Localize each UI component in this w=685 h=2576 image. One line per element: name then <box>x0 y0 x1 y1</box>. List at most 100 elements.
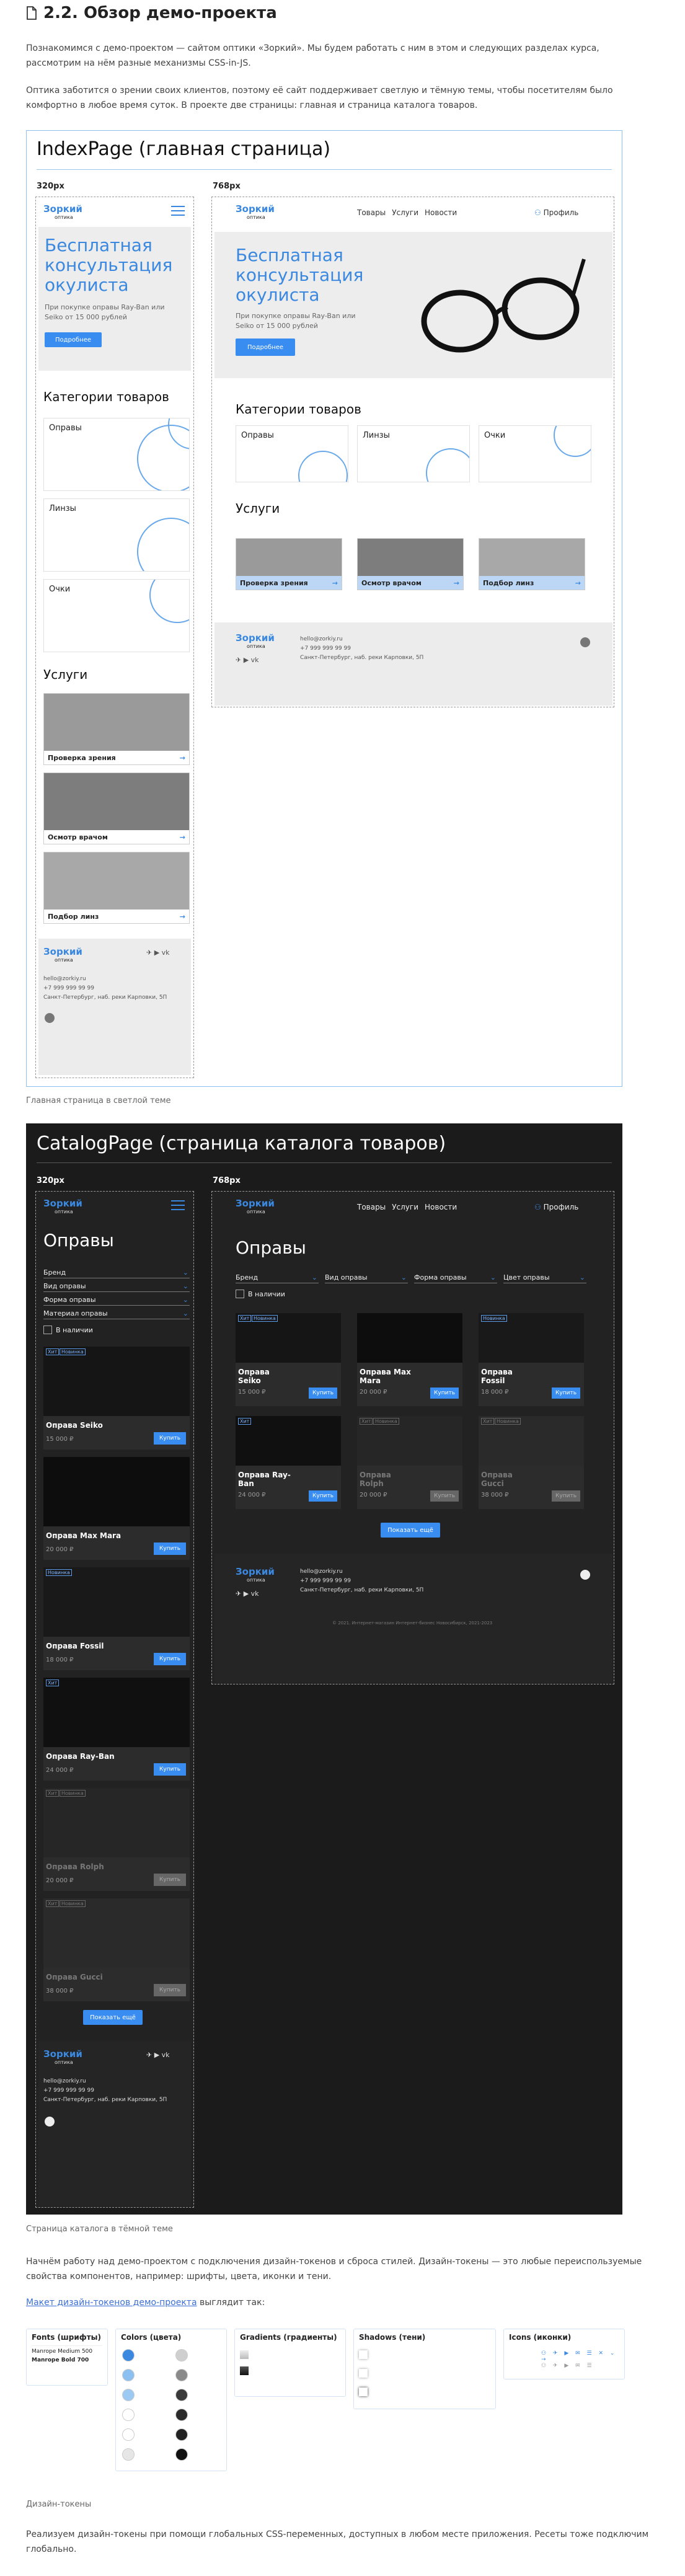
category-card-frames[interactable]: Оправы <box>43 418 190 491</box>
caption-index: Главная страница в светлой теме <box>26 1096 171 1105</box>
buy-button-disabled[interactable]: Купить <box>154 1874 186 1886</box>
tokens-colors: Colors (цвета) <box>115 2329 227 2471</box>
category-frames-desktop[interactable]: Оправы <box>236 425 348 482</box>
catalog-social-icons[interactable]: ✈ ▶ vk <box>146 2051 170 2059</box>
caption-tokens: Дизайн-токены <box>26 2500 92 2509</box>
categories-title-desktop: Категории товаров <box>236 402 361 417</box>
theme-toggle[interactable] <box>45 1013 55 1023</box>
footer-address: Санкт-Петербург, наб. реки Карповки, 5П <box>43 994 167 1001</box>
profile-link[interactable]: ⚇ Профиль <box>534 208 578 217</box>
icon-set-preview: ⚇ ✈ ▶ ✉ ☰ ✕ ⌄ → <box>541 2350 617 2363</box>
product-card-fossil-desktop[interactable]: Новинка Оправа Fossil 18 000 ₽ Купить <box>479 1313 584 1406</box>
product-card-seiko-desktop[interactable]: Хит Новинка Оправа Seiko 15 000 ₽ Купить <box>236 1313 341 1406</box>
category-card-lenses[interactable]: Линзы <box>43 498 190 572</box>
tokens-icons: Icons (иконки) ⚇ ✈ ▶ ✉ ☰ ✕ ⌄ → ⚇ ✈ ▶ ✉ ☰ <box>503 2329 625 2379</box>
filter-material-mobile[interactable]: Материал оправы ⌄ <box>43 1309 190 1319</box>
buy-button[interactable]: Купить <box>154 1653 186 1665</box>
footer-phone: +7 999 999 99 99 <box>43 985 94 991</box>
tokens-intro-paragraph: Начнём работу над демо-проектом с подклю… <box>26 2257 642 2282</box>
catalog-brand-logo-desktop[interactable]: Зоркий оптика <box>236 1199 275 1216</box>
services-title: Услуги <box>43 667 88 682</box>
color-swatch <box>122 2448 135 2461</box>
product-card-rayban-desktop[interactable]: Хит Оправа Ray-Ban 24 000 ₽ Купить <box>236 1416 341 1509</box>
hero-more-button[interactable]: Подробнее <box>45 332 102 347</box>
color-swatch <box>122 2389 135 2401</box>
show-more-button-mobile[interactable]: Показать ещё <box>83 2010 143 2025</box>
show-more-button[interactable]: Показать ещё <box>381 1523 440 1538</box>
buy-button[interactable]: Купить <box>154 1543 186 1555</box>
filter-brand-mobile[interactable]: Бренд ⌄ <box>43 1268 190 1278</box>
category-glasses-desktop[interactable]: Очки <box>479 425 591 482</box>
breakpoint-320-label: 320px <box>37 182 64 191</box>
catalog-mobile-mockup: Зоркий оптика Оправы Бренд ⌄ Вид оправы ⌄ Ф… <box>35 1191 194 2208</box>
in-stock-checkbox-mobile[interactable]: В наличии <box>43 1326 93 1334</box>
buy-button-disabled[interactable]: Купить <box>154 1984 186 1996</box>
service-card-lenses[interactable]: Подбор линз → <box>43 852 190 924</box>
footer-social-icons[interactable]: ✈ ▶ vk <box>236 656 259 664</box>
product-card-maxmara-desktop[interactable]: Оправа Max Mara 20 000 ₽ Купить <box>357 1313 462 1406</box>
color-swatch <box>122 2428 135 2441</box>
buy-button-disabled[interactable]: Купить <box>430 1490 459 1502</box>
service-lenses-desktop[interactable]: Подбор линз → <box>479 538 585 590</box>
filter-shape-mobile[interactable]: Форма оправы ⌄ <box>43 1296 190 1306</box>
product-card-seiko[interactable]: Хит Новинка Оправа Seiko 15 000 ₽ Купить <box>43 1347 190 1450</box>
hero-text: При покупке оправы Ray-Ban или Seiko от … <box>45 303 165 321</box>
category-card-glasses[interactable]: Очки <box>43 579 190 652</box>
service-eye-check-desktop[interactable]: Проверка зрения → <box>236 538 342 590</box>
catalog-footer-logo[interactable]: Зоркий оптика <box>43 2050 82 2067</box>
main-nav[interactable]: Товары Услуги Новости <box>357 208 457 217</box>
catalog-page-frame: CatalogPage (страница каталога товаров) … <box>26 1123 622 2215</box>
footer-brand-logo[interactable]: Зоркий оптика <box>43 947 82 965</box>
product-card-gucci-desktop[interactable]: Хит Новинка Оправа Gucci 38 000 ₽ Купить <box>479 1416 584 1509</box>
catalog-profile-link[interactable]: ⚇ Профиль <box>534 1203 578 1211</box>
burger-menu-icon[interactable] <box>171 206 185 216</box>
catalog-burger-icon[interactable] <box>171 1200 185 1210</box>
service-doctor-desktop[interactable]: Осмотр врачом → <box>357 538 464 590</box>
brand-logo[interactable]: Зоркий оптика <box>43 205 82 222</box>
tokens-link-paragraph: Макет дизайн-токенов демо-проекта выгляд… <box>26 2298 265 2308</box>
catalog-theme-toggle-desktop[interactable] <box>580 1570 590 1580</box>
social-icons[interactable]: ✈ ▶ vk <box>146 949 170 957</box>
product-card-rolph-desktop[interactable]: Хит Новинка Оправа Rolph 20 000 ₽ Купить <box>357 1416 462 1509</box>
design-tokens-link[interactable]: Макет дизайн-токенов демо-проекта <box>26 2298 197 2308</box>
buy-button-disabled[interactable]: Купить <box>552 1490 580 1502</box>
product-card-gucci[interactable]: Хит Новинка Оправа Gucci 38 000 ₽ Купить <box>43 1898 190 2001</box>
desktop-footer: Зоркий оптика ✈ ▶ vk hello@zorkiy.ru +7 99… <box>214 622 612 706</box>
catalog-footer-logo-desktop[interactable]: Зоркий оптика <box>236 1567 275 1585</box>
hero-more-button-desktop[interactable]: Подробнее <box>236 339 295 356</box>
service-card-eye-check[interactable]: Проверка зрения → <box>43 693 190 765</box>
product-card-rolph[interactable]: Хит Новинка Оправа Rolph 20 000 ₽ Купить <box>43 1788 190 1891</box>
buy-button[interactable]: Купить <box>154 1763 186 1776</box>
filter-type-mobile[interactable]: Вид оправы ⌄ <box>43 1282 190 1292</box>
theme-toggle-desktop[interactable] <box>580 637 590 647</box>
catalog-theme-toggle[interactable] <box>45 2117 55 2127</box>
buy-button[interactable]: Купить <box>430 1388 459 1399</box>
product-card-rayban[interactable]: Хит Оправа Ray-Ban 24 000 ₽ Купить <box>43 1678 190 1781</box>
filter-brand[interactable]: Бренд ⌄ <box>236 1273 319 1283</box>
color-swatch <box>175 2448 188 2461</box>
catalog-nav[interactable]: Товары Услуги Новости <box>357 1203 457 1211</box>
filter-frame-color[interactable]: Цвет оправы ⌄ <box>503 1273 586 1283</box>
product-card-fossil[interactable]: Новинка Оправа Fossil 18 000 ₽ Купить <box>43 1567 190 1670</box>
document-icon <box>27 6 37 20</box>
catalog-desktop-footer: Зоркий оптика ✈ ▶ vk hello@zorkiy.ru +7 99… <box>214 1554 612 1683</box>
mobile-footer: Зоркий оптика ✈ ▶ vk hello@zorkiy.ru +7 99… <box>38 939 191 1075</box>
caption-catalog: Страница каталога в тёмной теме <box>26 2224 173 2234</box>
buy-button[interactable]: Купить <box>154 1432 186 1445</box>
catalog-footer-social[interactable]: ✈ ▶ vk <box>236 1590 259 1598</box>
brand-logo-desktop[interactable]: Зоркий оптика <box>236 205 275 222</box>
service-card-doctor[interactable]: Осмотр врачом → <box>43 772 190 844</box>
filter-frame-type[interactable]: Вид оправы ⌄ <box>325 1273 408 1283</box>
catalog-desktop-mockup: Зоркий оптика Товары Услуги Новости ⚇ Профи… <box>211 1191 614 1684</box>
category-lenses-desktop[interactable]: Линзы <box>357 425 470 482</box>
buy-button[interactable]: Купить <box>309 1388 337 1399</box>
buy-button[interactable]: Купить <box>309 1490 337 1502</box>
footer-brand-logo-desktop[interactable]: Зоркий оптика <box>236 634 275 651</box>
in-stock-checkbox[interactable]: В наличии <box>236 1290 285 1298</box>
product-card-maxmara[interactable]: Оправа Max Mara 20 000 ₽ Купить <box>43 1457 190 1560</box>
index-page-frame: IndexPage (главная страница) 320px 768px… <box>26 130 622 1087</box>
catalog-brand-logo[interactable]: Зоркий оптика <box>43 1199 82 1216</box>
tokens-fonts: Fonts (шрифты) Manrope Medium 500 Manrop… <box>26 2329 108 2386</box>
buy-button[interactable]: Купить <box>552 1388 580 1399</box>
filter-frame-shape[interactable]: Форма оправы ⌄ <box>414 1273 497 1283</box>
